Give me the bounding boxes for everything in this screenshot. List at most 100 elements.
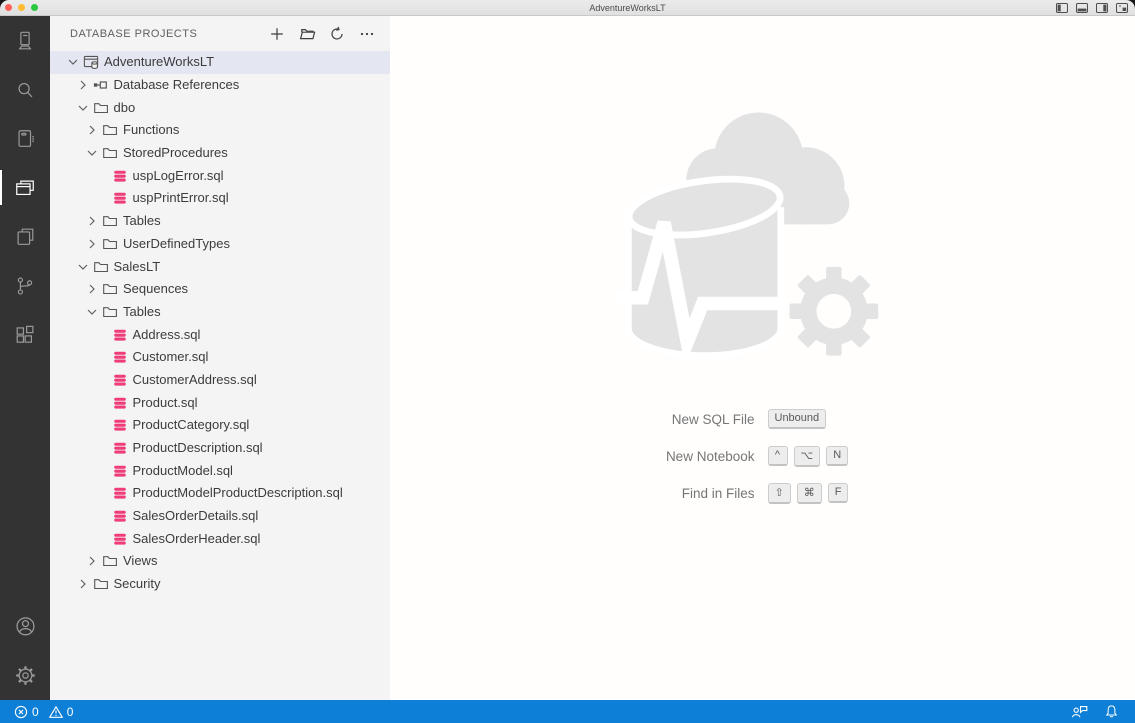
tree-item-label: SalesOrderDetails.sql (133, 508, 259, 524)
keycap: ⌥ (794, 446, 821, 467)
tree-item-customeraddress-sql[interactable]: CustomerAddress.sql (50, 369, 390, 392)
tree-item-label: Functions (123, 122, 179, 138)
toggle-primary-sidebar-icon[interactable] (1056, 3, 1068, 13)
chevron-icon (94, 327, 110, 343)
tree-item-product-sql[interactable]: Product.sql (50, 391, 390, 414)
problems-errors[interactable]: 0 (10, 705, 43, 719)
tree-item-sequences[interactable]: Sequences (50, 278, 390, 301)
keycap: ⌘ (797, 483, 822, 504)
chevron-icon[interactable] (84, 122, 100, 138)
more-actions-button[interactable] (358, 25, 376, 43)
tree-item-security[interactable]: Security (50, 573, 390, 596)
activity-bar-item-accounts[interactable] (0, 602, 50, 651)
tree-item-tables[interactable]: Tables (50, 301, 390, 324)
zoom-window-button[interactable] (31, 4, 38, 11)
activity-bar-item-source-control[interactable] (0, 261, 50, 310)
tree-item-views[interactable]: Views (50, 550, 390, 573)
chevron-icon[interactable] (84, 213, 100, 229)
shortcut-label: New SQL File (590, 412, 768, 427)
chevron-icon (94, 417, 110, 433)
chevron-icon (94, 440, 110, 456)
minimize-window-button[interactable] (18, 4, 25, 11)
account-icon (14, 615, 37, 638)
shortcut-keys: Unbound (768, 409, 946, 429)
create-new-project-button[interactable] (268, 25, 286, 43)
search-icon (14, 79, 36, 101)
notifications-button[interactable] (1104, 704, 1119, 719)
tree-item-label: Views (123, 553, 157, 569)
tree-item-productcategory-sql[interactable]: ProductCategory.sql (50, 414, 390, 437)
chevron-icon[interactable] (84, 281, 100, 297)
tree-item-label: uspLogError.sql (133, 168, 224, 184)
tree-item-customer-sql[interactable]: Customer.sql (50, 346, 390, 369)
tree-item-dbo[interactable]: dbo (50, 96, 390, 119)
problems-warnings[interactable]: 0 (45, 705, 78, 719)
folder-icon (93, 259, 109, 275)
tree-item-label: Tables (123, 304, 161, 320)
chevron-icon[interactable] (84, 145, 100, 161)
tree-item-label: Security (114, 576, 161, 592)
close-window-button[interactable] (5, 4, 12, 11)
shortcut-row: New Notebook ^⌥N (590, 442, 946, 470)
tree-item-productdescription-sql[interactable]: ProductDescription.sql (50, 437, 390, 460)
feedback-button[interactable] (1071, 704, 1088, 719)
watermark-shortcuts: New SQL File Unbound New Notebook ^⌥N Fi… (590, 405, 946, 507)
chevron-icon (94, 531, 110, 547)
tree-item-address-sql[interactable]: Address.sql (50, 323, 390, 346)
customize-layout-icon[interactable] (1116, 3, 1128, 13)
extensions-icon (14, 324, 36, 346)
tree-item-productmodelproductdescription-sql[interactable]: ProductModelProductDescription.sql (50, 482, 390, 505)
tree-item-uspprinterror-sql[interactable]: uspPrintError.sql (50, 187, 390, 210)
chevron-icon[interactable] (84, 553, 100, 569)
activity-bar-item-notebooks[interactable] (0, 114, 50, 163)
folder-open-icon (299, 26, 316, 42)
chevron-icon[interactable] (84, 236, 100, 252)
chevron-icon[interactable] (65, 54, 81, 70)
notebook-icon (14, 128, 36, 150)
tree-item-saleslt[interactable]: SalesLT (50, 255, 390, 278)
activity-bar-item-connections[interactable] (0, 16, 50, 65)
tree-item-salesorderheader-sql[interactable]: SalesOrderHeader.sql (50, 527, 390, 550)
tree-item-database-references[interactable]: Database References (50, 74, 390, 97)
tree-item-adventureworkslt[interactable]: AdventureWorksLT (50, 51, 390, 74)
project-database-icon (83, 54, 99, 70)
chevron-icon[interactable] (75, 77, 91, 93)
tree-item-salesorderdetails-sql[interactable]: SalesOrderDetails.sql (50, 505, 390, 528)
chevron-icon[interactable] (75, 576, 91, 592)
tree-item-storedprocedures[interactable]: StoredProcedures (50, 142, 390, 165)
chevron-icon (94, 485, 110, 501)
chevron-icon[interactable] (75, 259, 91, 275)
tree-item-label: UserDefinedTypes (123, 236, 230, 252)
reference-icon (93, 77, 109, 93)
activity-bar-item-search[interactable] (0, 65, 50, 114)
shortcut-row: Find in Files ⇧⌘F (590, 479, 946, 507)
tree-item-tables[interactable]: Tables (50, 210, 390, 233)
bell-icon (1104, 704, 1119, 719)
toggle-secondary-sidebar-icon[interactable] (1096, 3, 1108, 13)
sql-file-icon (112, 372, 128, 388)
tree-item-productmodel-sql[interactable]: ProductModel.sql (50, 459, 390, 482)
toggle-panel-icon[interactable] (1076, 3, 1088, 13)
activity-bar-item-explorer[interactable] (0, 212, 50, 261)
gear-icon (14, 664, 37, 687)
tree-item-label: uspPrintError.sql (133, 190, 229, 206)
window-title: AdventureWorksLT (589, 3, 665, 13)
error-icon (14, 705, 28, 719)
refresh-button[interactable] (328, 25, 346, 43)
tree-item-label: CustomerAddress.sql (133, 372, 257, 388)
refresh-icon (329, 26, 345, 42)
tree-item-label: SalesLT (114, 259, 161, 275)
activity-bar-item-database-projects[interactable] (0, 163, 50, 212)
sql-file-icon (112, 463, 128, 479)
tree-item-userdefinedtypes[interactable]: UserDefinedTypes (50, 233, 390, 256)
chevron-icon[interactable] (75, 100, 91, 116)
tree-item-functions[interactable]: Functions (50, 119, 390, 142)
tree-item-label: Customer.sql (133, 349, 209, 365)
tree-item-usplogerror-sql[interactable]: uspLogError.sql (50, 164, 390, 187)
chevron-icon[interactable] (84, 304, 100, 320)
warning-count: 0 (67, 705, 74, 719)
open-projects-button[interactable] (298, 25, 316, 43)
keycap: ⇧ (768, 483, 791, 504)
activity-bar-item-settings[interactable] (0, 651, 50, 700)
activity-bar-item-extensions[interactable] (0, 310, 50, 359)
